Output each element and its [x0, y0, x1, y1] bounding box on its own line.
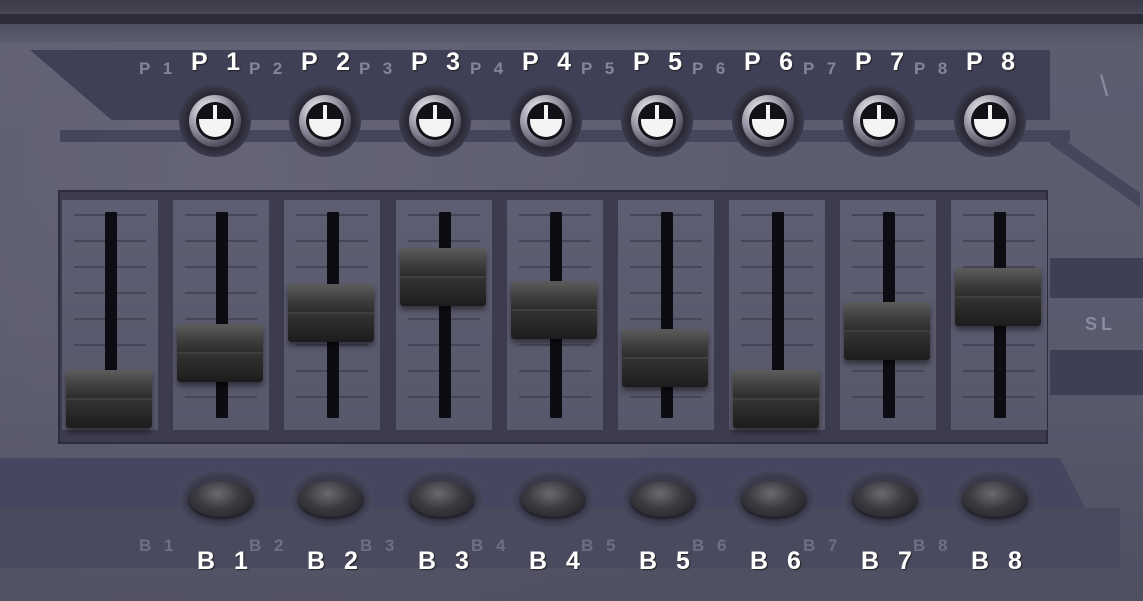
knob-ghost-label: P 2 — [249, 59, 287, 78]
button-b3[interactable] — [410, 481, 474, 517]
knob-cap — [749, 102, 787, 140]
fader-cap-7[interactable] — [733, 370, 819, 428]
button-b5[interactable] — [631, 481, 695, 517]
knob-cap — [416, 102, 454, 140]
knob-label-p3: P 3 — [411, 48, 467, 76]
knob-label-p7: P 7 — [855, 48, 911, 76]
knob-p8[interactable] — [954, 85, 1026, 157]
knob-p5[interactable] — [621, 85, 693, 157]
button-well — [621, 470, 705, 528]
knob-p2[interactable] — [289, 85, 361, 157]
button-well — [732, 470, 816, 528]
knob-label-p4: P 4 — [522, 48, 578, 76]
button-ghost-label: B 8 — [913, 536, 952, 555]
button-ghost-label: B 2 — [249, 536, 288, 555]
knob-cap — [196, 102, 234, 140]
button-label-b6: B 6 — [750, 547, 807, 575]
knob-cap — [306, 102, 344, 140]
button-ghost-label: B 7 — [803, 536, 842, 555]
fader-slot — [439, 212, 451, 418]
fader-cap-5[interactable] — [511, 280, 597, 339]
fader-channel — [951, 200, 1047, 430]
button-label-b7: B 7 — [861, 547, 918, 575]
knob-p7[interactable] — [843, 85, 915, 157]
fader-slot — [216, 212, 228, 418]
fader-cap-2[interactable] — [177, 323, 263, 382]
fader-channel — [840, 200, 936, 430]
knob-cap — [860, 102, 898, 140]
knob-label-p8: P 8 — [966, 48, 1022, 76]
knob-p4[interactable] — [510, 85, 582, 157]
fader-channel — [507, 200, 603, 430]
button-ghost-label: B 5 — [581, 536, 620, 555]
button-b8[interactable] — [963, 481, 1027, 517]
fader-cap-9[interactable] — [955, 267, 1041, 326]
button-b7[interactable] — [853, 481, 917, 517]
knob-label-p5: P 5 — [633, 48, 689, 76]
button-label-b2: B 2 — [307, 547, 364, 575]
fader-cap-4[interactable] — [400, 247, 486, 306]
side-label: SL — [1085, 314, 1117, 334]
button-ghost-label: B 3 — [360, 536, 399, 555]
button-label-b8: B 8 — [971, 547, 1028, 575]
button-ghost-label: B 4 — [471, 536, 510, 555]
knob-ghost-label: P 4 — [470, 59, 508, 78]
button-label-b1: B 1 — [197, 547, 254, 575]
fader-cap-6[interactable] — [622, 328, 708, 387]
fader-channel — [284, 200, 380, 430]
button-b2[interactable] — [299, 481, 363, 517]
knob-label-p2: P 2 — [301, 48, 357, 76]
button-b4[interactable] — [521, 481, 585, 517]
fader-channel — [618, 200, 714, 430]
knob-ghost-label: P 6 — [692, 59, 730, 78]
button-well — [400, 470, 484, 528]
button-label-b3: B 3 — [418, 547, 475, 575]
knob-p1[interactable] — [179, 85, 251, 157]
knob-label-p6: P 6 — [744, 48, 800, 76]
button-ghost-label: B 1 — [139, 536, 178, 555]
fader-cap-8[interactable] — [844, 302, 930, 361]
side-stripe — [1050, 258, 1143, 298]
fader-channel — [729, 200, 825, 430]
fader-channel — [396, 200, 492, 430]
button-ghost-label: B 6 — [692, 536, 731, 555]
button-well — [511, 470, 595, 528]
button-label-b4: B 4 — [529, 547, 586, 575]
knob-cap — [638, 102, 676, 140]
knob-ghost-label: P 7 — [803, 59, 841, 78]
knob-p3[interactable] — [399, 85, 471, 157]
knob-cap — [527, 102, 565, 140]
knob-cap — [971, 102, 1009, 140]
button-well — [179, 470, 263, 528]
top-edge — [0, 0, 1143, 42]
fader-cap-1[interactable] — [66, 370, 152, 428]
side-glyph: \ — [1100, 70, 1113, 103]
fader-cap-3[interactable] — [288, 284, 374, 343]
button-label-b5: B 5 — [639, 547, 696, 575]
knob-ghost-label: P 8 — [914, 59, 952, 78]
fader-channel — [173, 200, 269, 430]
side-stripe — [1050, 350, 1143, 395]
button-well — [843, 470, 927, 528]
knob-ghost-label: P 5 — [581, 59, 619, 78]
button-well — [289, 470, 373, 528]
knob-ghost-label: P 1 — [139, 59, 177, 78]
button-b1[interactable] — [189, 481, 253, 517]
fader-channel — [62, 200, 158, 430]
fader-slot — [661, 212, 673, 418]
knob-label-p1: P 1 — [191, 48, 247, 76]
knob-ghost-label: P 3 — [359, 59, 397, 78]
button-well — [953, 470, 1037, 528]
button-b6[interactable] — [742, 481, 806, 517]
knob-p6[interactable] — [732, 85, 804, 157]
